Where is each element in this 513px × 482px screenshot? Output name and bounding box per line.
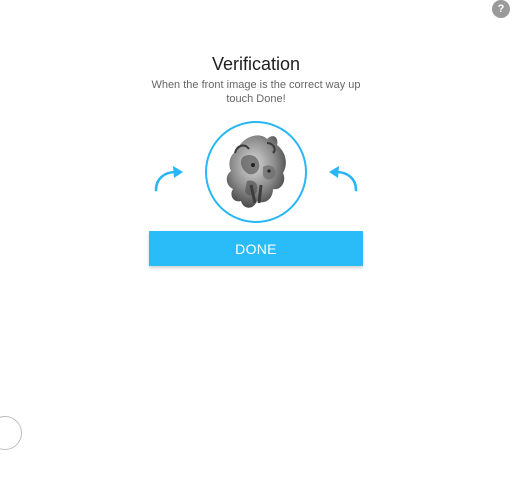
front-image-preview[interactable] [205, 121, 307, 223]
done-button[interactable]: DONE [149, 231, 363, 266]
rotate-right-arrow-icon[interactable] [326, 163, 362, 193]
question-mark-icon: ? [497, 3, 505, 15]
page-title: Verification [211, 54, 301, 74]
loading-spinner-icon [0, 416, 22, 450]
instruction-text: When the front image is the correct way … [130, 78, 382, 106]
instruction-line-2: touch Done! [226, 93, 286, 105]
rotate-left-arrow-icon[interactable] [150, 163, 186, 193]
verification-page: ? Verification When the front image is t… [0, 0, 513, 482]
help-button[interactable]: ? [492, 0, 510, 18]
verification-card: Verification When the front image is the… [130, 48, 382, 278]
instruction-line-1: When the front image is the correct way … [151, 79, 361, 91]
figurine-image [226, 135, 286, 208]
